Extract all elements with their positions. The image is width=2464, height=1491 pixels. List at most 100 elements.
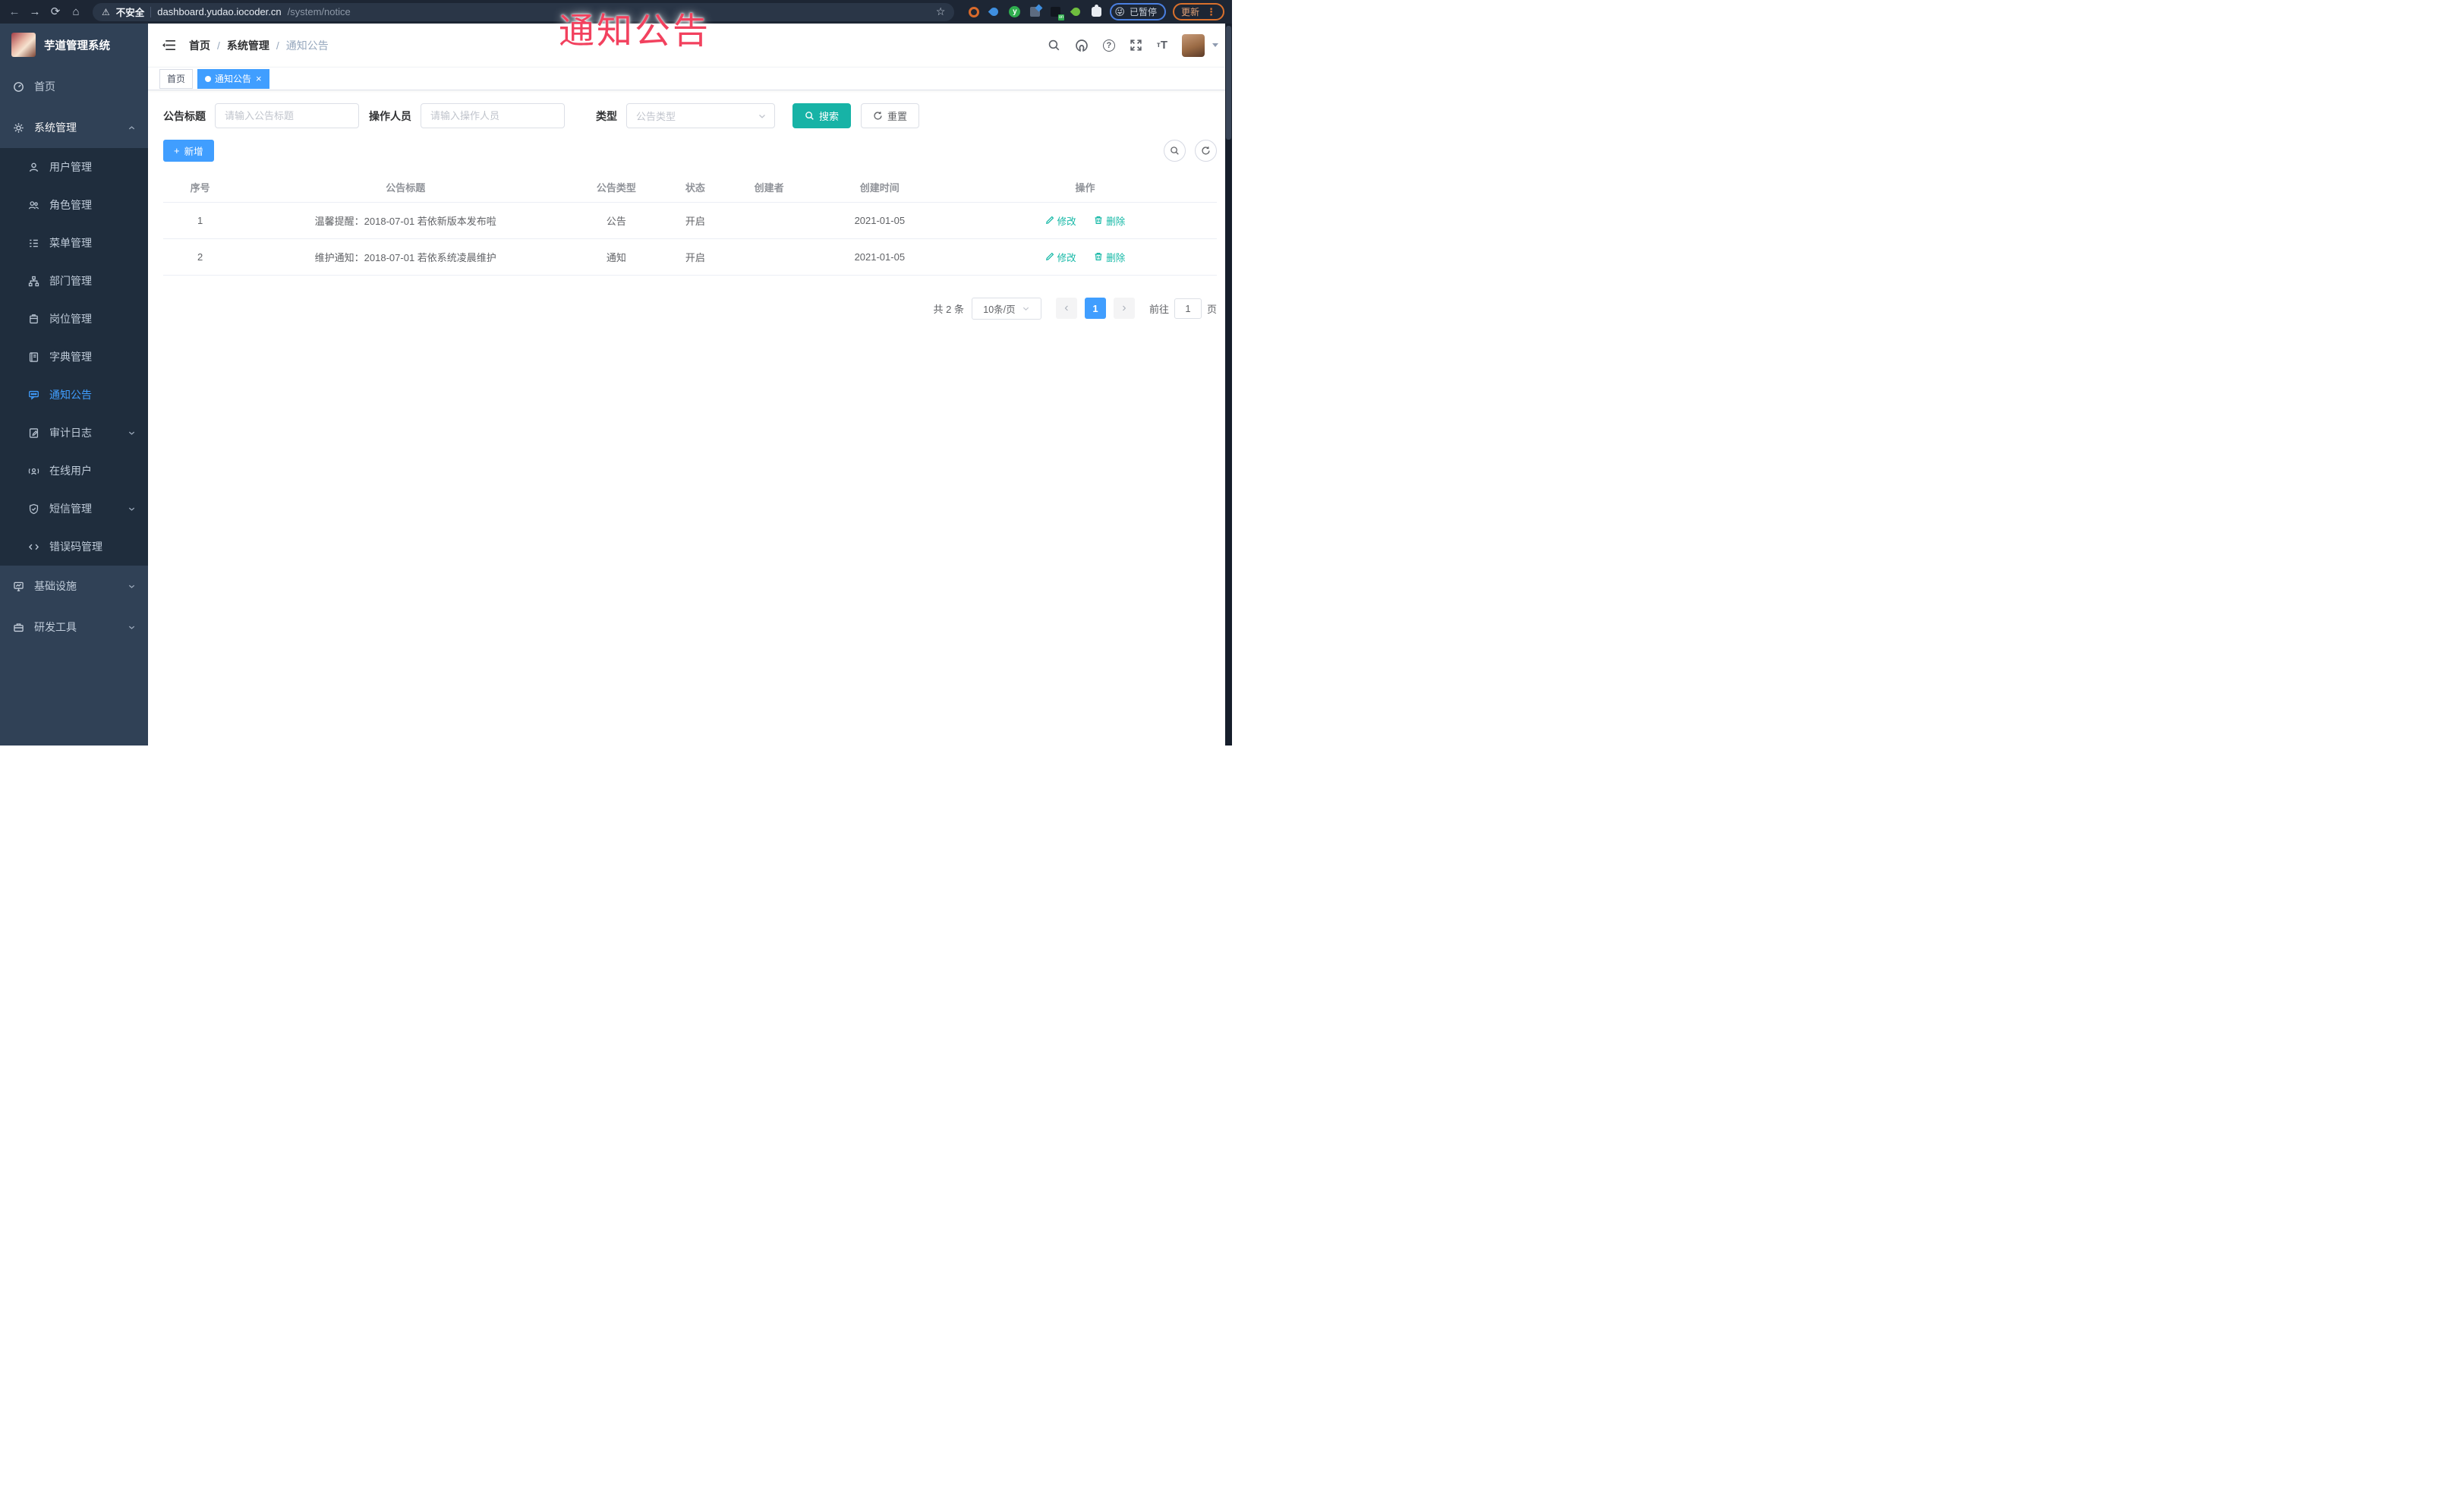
browser-reload-icon[interactable]: ⟳ <box>49 0 62 24</box>
sidebar-item-error-codes[interactable]: 错误码管理 <box>0 528 148 566</box>
filter-type-label: 类型 <box>596 109 617 122</box>
user-avatar[interactable] <box>1182 33 1205 57</box>
browser-back-icon[interactable]: ← <box>8 0 21 24</box>
sidebar-item-audit-log[interactable]: 审计日志 <box>0 414 148 452</box>
reset-button[interactable]: 重置 <box>861 103 920 128</box>
sidebar-item-posts[interactable]: 岗位管理 <box>0 300 148 338</box>
notice-type-select[interactable]: 公告类型 <box>626 103 775 128</box>
toggle-search-button[interactable] <box>1164 140 1186 162</box>
search-button-icon <box>805 112 814 120</box>
cell-no: 1 <box>163 202 238 239</box>
edit-link[interactable]: 修改 <box>1045 250 1076 264</box>
bookmark-star-icon[interactable]: ☆ <box>936 5 946 18</box>
page-1-button[interactable]: 1 <box>1084 298 1106 319</box>
edit-link[interactable]: 修改 <box>1045 213 1076 228</box>
table-header-row: 序号 公告标题 公告类型 状态 创建者 创建时间 操作 <box>163 172 1217 203</box>
app-logo-row[interactable]: 芋道管理系统 <box>0 24 148 66</box>
extension-leaf-icon[interactable] <box>1070 5 1082 18</box>
badge-icon <box>27 313 39 325</box>
sidebar: 芋道管理系统 首页 系统管理 用户管理 角色管理 菜单管理 部门管理 岗位管理 … <box>0 24 148 746</box>
address-divider <box>150 6 152 17</box>
security-label[interactable]: 不安全 <box>116 5 145 19</box>
sidebar-item-label: 首页 <box>34 80 55 93</box>
sidebar-item-system[interactable]: 系统管理 <box>0 107 148 148</box>
page-scrollbar[interactable] <box>1225 24 1232 746</box>
sidebar-item-notices[interactable]: 通知公告 <box>0 376 148 414</box>
browser-update-button[interactable]: 更新 ⋮ <box>1172 3 1224 20</box>
sidebar-collapse-icon[interactable] <box>162 39 176 52</box>
breadcrumb-home[interactable]: 首页 <box>189 38 210 53</box>
scrollbar-thumb[interactable] <box>1226 26 1231 140</box>
add-button[interactable]: + 新增 <box>163 140 214 162</box>
filter-title-label: 公告标题 <box>163 109 206 122</box>
next-page-button[interactable]: › <box>1113 298 1135 319</box>
search-button[interactable]: 搜索 <box>792 103 852 128</box>
delete-link[interactable]: 删除 <box>1094 250 1125 264</box>
select-chevron-icon <box>1022 307 1029 310</box>
code-icon <box>27 541 39 553</box>
extension-grid-icon[interactable] <box>1029 5 1041 18</box>
sidebar-item-roles[interactable]: 角色管理 <box>0 186 148 224</box>
notices-table: 序号 公告标题 公告类型 状态 创建者 创建时间 操作 1 温馨提醒：2018- <box>163 172 1217 276</box>
address-bar[interactable]: ⚠ 不安全 dashboard.yudao.iocoder.cn/system/… <box>93 2 955 21</box>
extension-ring-icon[interactable] <box>967 5 980 18</box>
profile-paused-chip[interactable]: 😜 已暂停 <box>1110 3 1166 20</box>
extensions-puzzle-icon[interactable] <box>1090 5 1103 18</box>
notice-title-input[interactable] <box>215 103 359 128</box>
sidebar-item-menus[interactable]: 菜单管理 <box>0 224 148 262</box>
avatar-caret-icon[interactable] <box>1212 43 1218 47</box>
breadcrumb-current: 通知公告 <box>285 39 329 52</box>
table-row: 2 维护通知：2018-07-01 若依系统凌晨维护 通知 开启 2021-01… <box>163 238 1217 276</box>
extension-drop-icon[interactable] <box>988 5 1000 18</box>
main-area: 首页 / 系统管理 / 通知公告 ? тT 首页 通知公告 × 公告标题 请输入… <box>148 24 1232 746</box>
tag-home[interactable]: 首页 <box>159 68 194 89</box>
operator-input[interactable] <box>421 103 565 128</box>
sidebar-item-dev-tools[interactable]: 研发工具 <box>0 607 148 648</box>
chevron-down-icon <box>128 582 136 591</box>
sidebar-item-label: 错误码管理 <box>49 541 102 553</box>
refresh-button[interactable] <box>1195 140 1217 162</box>
sidebar-item-online-users[interactable]: 在线用户 <box>0 452 148 490</box>
trash-icon <box>1095 253 1102 260</box>
page-size-select[interactable]: 10条/页 <box>971 297 1041 320</box>
filter-form: 公告标题 操作人员 类型 公告类型 <box>163 103 1217 128</box>
fullscreen-icon[interactable] <box>1130 39 1142 52</box>
browser-forward-icon[interactable]: → <box>28 0 42 24</box>
notice-chat-icon <box>27 389 39 401</box>
search-icon[interactable] <box>1048 39 1060 52</box>
dashboard-icon <box>12 80 24 93</box>
github-icon[interactable] <box>1075 39 1089 52</box>
cell-title: 温馨提醒：2018-07-01 若依新版本发布啦 <box>237 202 575 239</box>
font-size-icon[interactable]: тT <box>1157 39 1167 52</box>
tag-close-icon[interactable]: × <box>256 74 262 84</box>
sidebar-item-departments[interactable]: 部门管理 <box>0 262 148 300</box>
sidebar-item-dictionaries[interactable]: 字典管理 <box>0 338 148 376</box>
extension-y-icon[interactable]: y <box>1008 5 1021 18</box>
tag-notices[interactable]: 通知公告 × <box>197 68 269 89</box>
browser-menu-icon[interactable]: ⋮ <box>1206 6 1216 18</box>
goto-page-input[interactable] <box>1174 298 1202 319</box>
monitor-icon <box>12 580 24 592</box>
col-no: 序号 <box>163 172 238 203</box>
sidebar-item-home[interactable]: 首页 <box>0 66 148 107</box>
reset-refresh-icon <box>874 112 882 120</box>
app-title: 芋道管理系统 <box>44 39 110 52</box>
audit-log-icon <box>27 427 39 439</box>
delete-link[interactable]: 删除 <box>1094 213 1125 228</box>
cell-status: 开启 <box>658 202 733 239</box>
prev-page-button[interactable]: ‹ <box>1055 298 1077 319</box>
sidebar-item-sms[interactable]: 短信管理 <box>0 490 148 528</box>
table-toolbar: + 新增 <box>163 140 1217 162</box>
refresh-icon <box>1202 147 1210 155</box>
extension-sql-icon[interactable]: on <box>1049 5 1065 20</box>
sidebar-item-label: 菜单管理 <box>49 237 92 249</box>
browser-home-icon[interactable]: ⌂ <box>69 0 83 24</box>
sidebar-item-users[interactable]: 用户管理 <box>0 148 148 186</box>
sidebar-item-label: 字典管理 <box>49 351 92 363</box>
sidebar-item-infrastructure[interactable]: 基础设施 <box>0 566 148 607</box>
insecure-warning-icon[interactable]: ⚠ <box>102 7 110 17</box>
breadcrumb-system[interactable]: 系统管理 <box>227 38 269 53</box>
help-icon[interactable]: ? <box>1102 39 1115 52</box>
cell-no: 2 <box>163 238 238 276</box>
shield-check-icon <box>27 503 39 515</box>
